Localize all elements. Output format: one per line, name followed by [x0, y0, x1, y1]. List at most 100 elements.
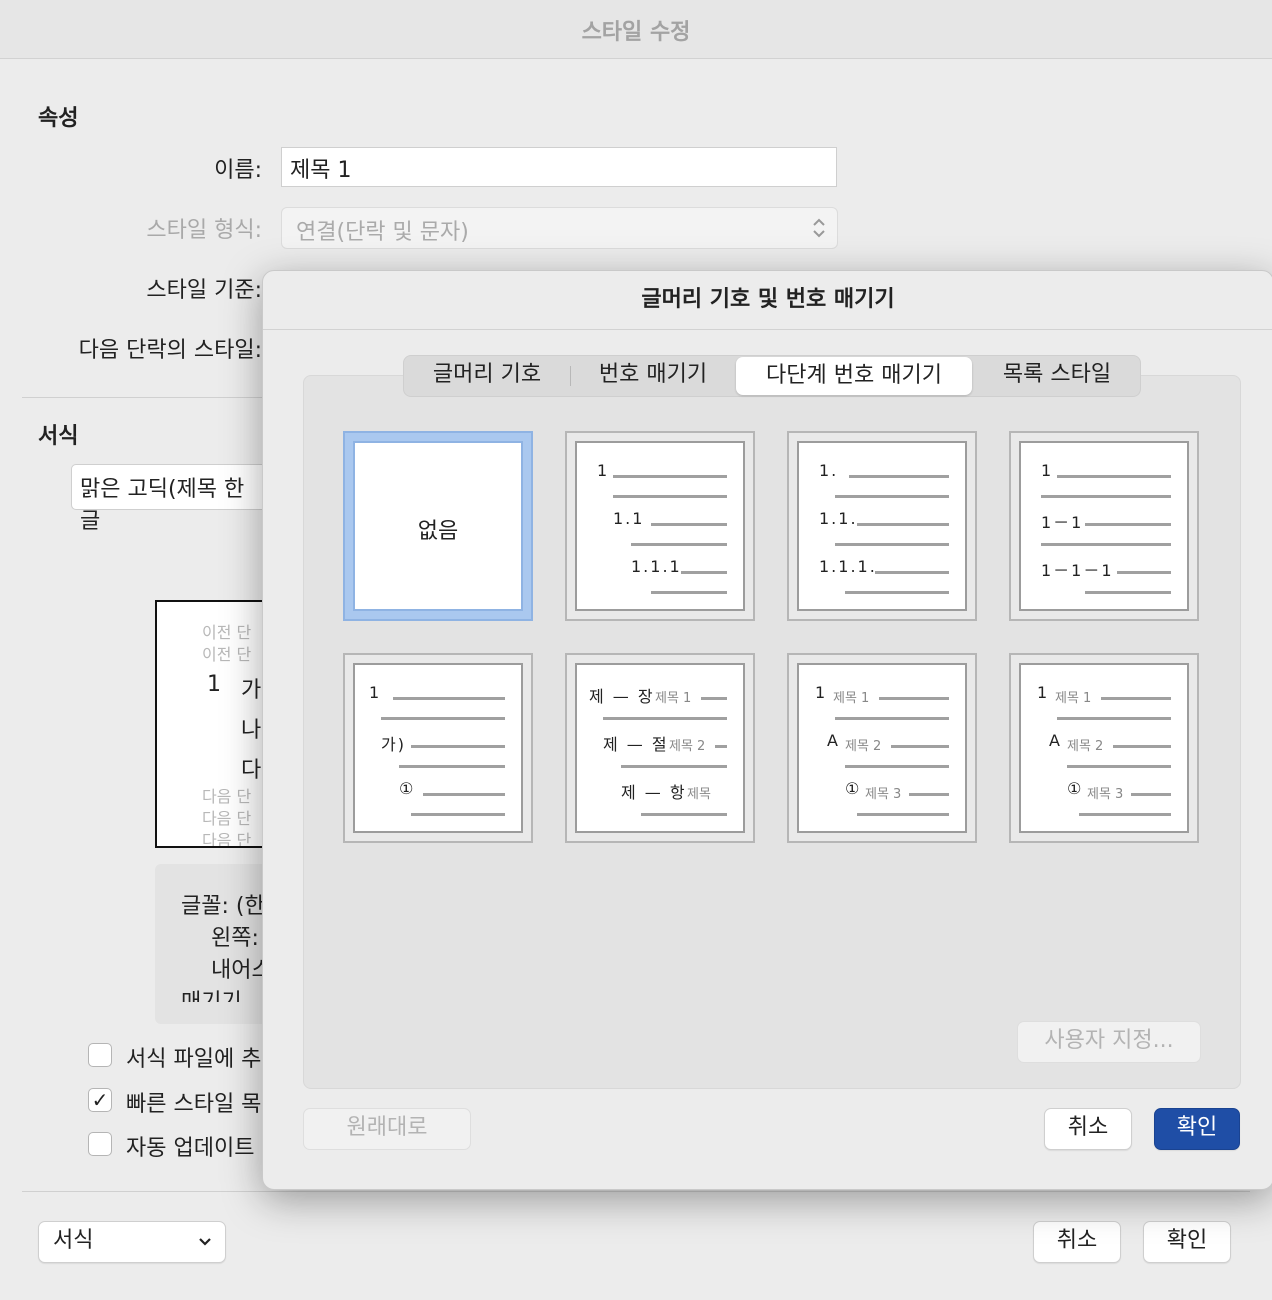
text-line: [393, 697, 505, 700]
preset-none[interactable]: 없음: [343, 431, 533, 621]
level-1-number: 1: [1037, 683, 1050, 702]
format-menu-button[interactable]: 서식: [38, 1221, 226, 1263]
customize-button[interactable]: 사용자 지정...: [1017, 1021, 1201, 1063]
auto-update-checkbox[interactable]: [88, 1132, 112, 1156]
text-line: [1067, 765, 1171, 768]
level-2-number: A: [827, 731, 840, 750]
text-line: [715, 745, 727, 748]
text-line: [909, 793, 949, 796]
text-line: [1131, 793, 1171, 796]
level-1-number: 1: [597, 461, 610, 480]
level-2-number: 1.1: [613, 509, 645, 528]
bullets-numbering-dialog: 글머리 기호 및 번호 매기기 글머리 기호 번호 매기기 다단계 번호 매기기…: [262, 270, 1272, 1190]
level-3-heading: 제목 3: [865, 787, 902, 802]
preset-decimal-outline[interactable]: 1 1.1 1.1.1: [565, 431, 755, 621]
text-line: [857, 523, 949, 526]
preview-next-2: 다음 단: [202, 809, 252, 828]
dialog-cancel-button[interactable]: 취소: [1044, 1108, 1132, 1150]
text-line: [411, 745, 505, 748]
font-select[interactable]: 맑은 고딕(제목 한글: [71, 464, 271, 534]
add-to-template-label: 서식 파일에 추: [126, 1047, 262, 1072]
text-line: [651, 591, 727, 594]
text-line: [631, 543, 727, 546]
level-2-heading: 제목 2: [669, 739, 706, 754]
level-3-heading: 제목: [687, 787, 711, 802]
text-line: [1041, 495, 1171, 498]
level-1-number: 1: [369, 683, 382, 702]
level-1-heading: 제목 1: [655, 691, 692, 706]
reset-button[interactable]: 원래대로: [303, 1108, 471, 1150]
format-menu-label: 서식: [53, 1228, 94, 1253]
level-1-number: 1: [815, 683, 828, 702]
desc-line-4: 매기기 ...: [181, 984, 270, 1002]
tab-multilevel[interactable]: 다단계 번호 매기기: [736, 357, 972, 395]
level-3-number: ①: [845, 779, 862, 798]
level-2-number: 가): [381, 735, 406, 754]
level-2-number: 1.1.: [819, 509, 858, 528]
text-line: [613, 495, 727, 498]
text-line: [621, 765, 727, 768]
quick-style-checkbox[interactable]: ✓: [88, 1088, 112, 1112]
level-1-number: 1.: [819, 461, 839, 480]
text-line: [835, 717, 949, 720]
preset-heading-numbered[interactable]: 1 제목 1 A 제목 2 ① 제목 3: [787, 653, 977, 843]
level-3-number: ①: [1067, 779, 1084, 798]
level-1-heading: 제목 1: [833, 691, 870, 706]
text-line: [835, 495, 949, 498]
add-to-template-checkbox[interactable]: [88, 1043, 112, 1067]
dialog-title: 글머리 기호 및 번호 매기기: [263, 271, 1272, 330]
style-type-label: 스타일 형식:: [146, 218, 262, 243]
text-line: [857, 813, 949, 816]
level-2-number: 1－1: [1041, 513, 1084, 532]
text-line: [1085, 591, 1171, 594]
text-line: [381, 717, 505, 720]
checkmark-icon: ✓: [91, 1088, 109, 1112]
text-line: [1057, 717, 1171, 720]
level-2-number: A: [1049, 731, 1062, 750]
level-2-number: 제 — 절: [603, 735, 669, 754]
preview-next-1: 다음 단: [202, 787, 252, 806]
preset-heading-numbered-alt[interactable]: 1 제목 1 A 제목 2 ① 제목 3: [1009, 653, 1199, 843]
text-line: [891, 745, 949, 748]
updown-chevron-icon: [811, 214, 827, 248]
level-3-number: ①: [399, 779, 416, 798]
text-line: [1041, 543, 1171, 546]
tab-bullets[interactable]: 글머리 기호: [404, 356, 570, 396]
next-paragraph-label: 다음 단락의 스타일:: [78, 338, 262, 363]
desc-line-1: 글꼴: (한: [181, 894, 265, 919]
text-line: [1085, 523, 1171, 526]
tab-numbering[interactable]: 번호 매기기: [571, 356, 735, 396]
style-type-value: 연결(단락 및 문자): [296, 220, 469, 245]
back-ok-button[interactable]: 확인: [1143, 1221, 1231, 1263]
text-line: [701, 697, 727, 700]
text-line: [1057, 475, 1171, 478]
none-label: 없음: [417, 519, 459, 544]
text-line: [1117, 571, 1171, 574]
text-line: [641, 813, 727, 816]
text-line: [613, 475, 727, 478]
preview-line-1: 가: [241, 678, 262, 703]
preset-dash-outline[interactable]: 1 1－1 1－1－1: [1009, 431, 1199, 621]
dialog-ok-button[interactable]: 확인: [1154, 1108, 1240, 1150]
bottom-divider: [22, 1191, 1250, 1192]
preset-chapter-heading[interactable]: 제 — 장 제목 1 제 — 절 제목 2 제 — 항 제목: [565, 653, 755, 843]
style-type-select[interactable]: 연결(단락 및 문자): [281, 207, 838, 249]
level-1-number: 제 — 장: [589, 687, 655, 706]
preset-korean-outline[interactable]: 1 가) ①: [343, 653, 533, 843]
properties-header: 속성: [38, 106, 79, 131]
auto-update-label: 자동 업데이트: [126, 1136, 255, 1161]
level-3-number: 1.1.1.: [819, 557, 877, 576]
text-line: [651, 523, 727, 526]
text-line: [835, 543, 949, 546]
name-field[interactable]: 제목 1: [281, 147, 837, 187]
back-cancel-button[interactable]: 취소: [1033, 1221, 1121, 1263]
text-line: [399, 765, 505, 768]
text-line: [875, 571, 949, 574]
level-2-heading: 제목 2: [845, 739, 882, 754]
level-3-heading: 제목 3: [1087, 787, 1124, 802]
tab-list-styles[interactable]: 목록 스타일: [974, 356, 1140, 396]
text-line: [603, 717, 727, 720]
level-3-number: 제 — 항: [621, 783, 687, 802]
preset-decimal-dot-outline[interactable]: 1. 1.1. 1.1.1.: [787, 431, 977, 621]
desc-line-2: 왼쪽:: [211, 926, 259, 951]
